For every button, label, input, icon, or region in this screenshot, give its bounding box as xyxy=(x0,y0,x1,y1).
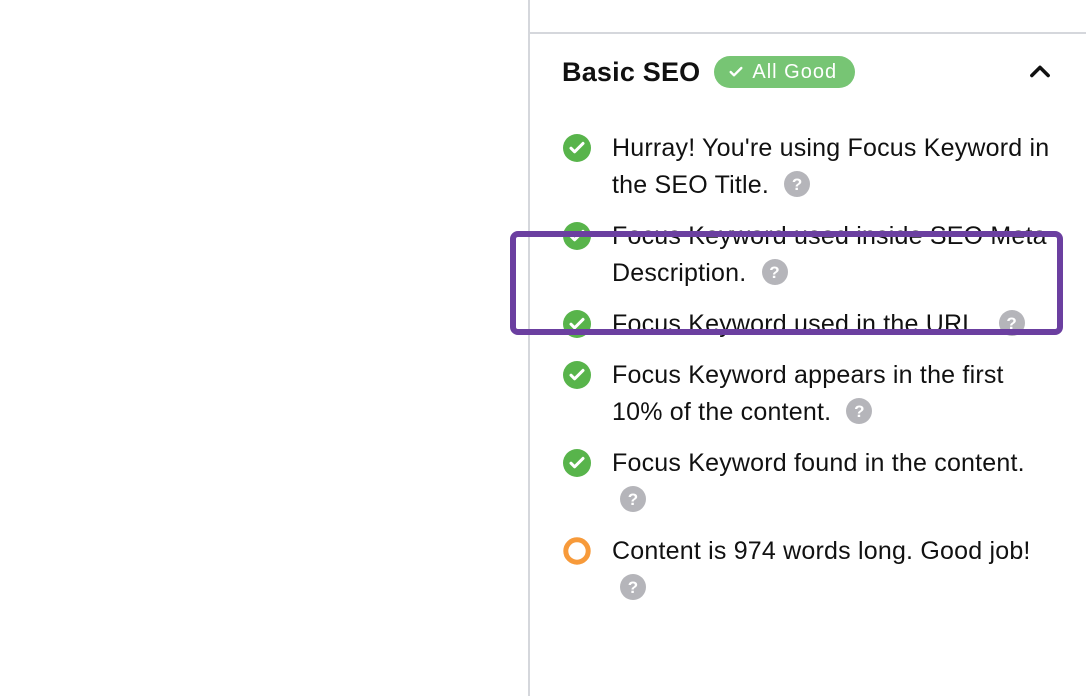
item-text: Focus Keyword appears in the first 10% o… xyxy=(592,357,1052,431)
chevron-up-icon xyxy=(1026,58,1054,86)
list-item: Hurray! You're using Focus Keyword in th… xyxy=(562,130,1058,204)
list-item: Focus Keyword used inside SEO Meta Descr… xyxy=(562,218,1058,292)
status-badge: All Good xyxy=(714,56,855,88)
item-text: Focus Keyword used in the URL. ? xyxy=(592,306,1052,343)
list-item: Focus Keyword appears in the first 10% o… xyxy=(562,357,1058,431)
section-title: Basic SEO xyxy=(562,57,700,88)
list-item: Content is 974 words long. Good job! ? xyxy=(562,533,1058,607)
collapse-toggle[interactable] xyxy=(1026,58,1054,91)
item-label: Focus Keyword used in the URL. xyxy=(612,310,983,338)
item-text: Hurray! You're using Focus Keyword in th… xyxy=(592,130,1052,204)
help-icon[interactable]: ? xyxy=(846,398,872,424)
item-label: Hurray! You're using Focus Keyword in th… xyxy=(612,134,1049,199)
badge-label: All Good xyxy=(752,62,837,82)
section-header[interactable]: Basic SEO All Good xyxy=(562,56,1058,88)
seo-panel: Basic SEO All Good Hurray! You're using xyxy=(528,0,1086,696)
check-circle-icon xyxy=(562,357,592,389)
ring-icon xyxy=(562,533,592,565)
list-item: Focus Keyword used in the URL. ? xyxy=(562,306,1058,343)
basic-seo-section: Basic SEO All Good Hurray! You're using xyxy=(530,34,1086,607)
help-icon[interactable]: ? xyxy=(620,486,646,512)
help-icon[interactable]: ? xyxy=(999,310,1025,336)
item-text: Content is 974 words long. Good job! ? xyxy=(592,533,1052,607)
check-circle-icon xyxy=(562,306,592,338)
item-text: Focus Keyword found in the content. ? xyxy=(592,445,1052,519)
item-label: Focus Keyword used inside SEO Meta Descr… xyxy=(612,222,1047,287)
item-text: Focus Keyword used inside SEO Meta Descr… xyxy=(592,218,1052,292)
panel-divider xyxy=(530,0,1086,34)
item-label: Focus Keyword found in the content. xyxy=(612,449,1025,477)
help-icon[interactable]: ? xyxy=(784,171,810,197)
check-circle-icon xyxy=(562,218,592,250)
item-label: Focus Keyword appears in the first 10% o… xyxy=(612,361,1004,426)
help-icon[interactable]: ? xyxy=(762,259,788,285)
seo-check-list: Hurray! You're using Focus Keyword in th… xyxy=(562,130,1058,607)
list-item: Focus Keyword found in the content. ? xyxy=(562,445,1058,519)
check-icon xyxy=(728,64,744,80)
check-circle-icon xyxy=(562,445,592,477)
item-label: Content is 974 words long. Good job! xyxy=(612,537,1031,565)
help-icon[interactable]: ? xyxy=(620,574,646,600)
check-circle-icon xyxy=(562,130,592,162)
